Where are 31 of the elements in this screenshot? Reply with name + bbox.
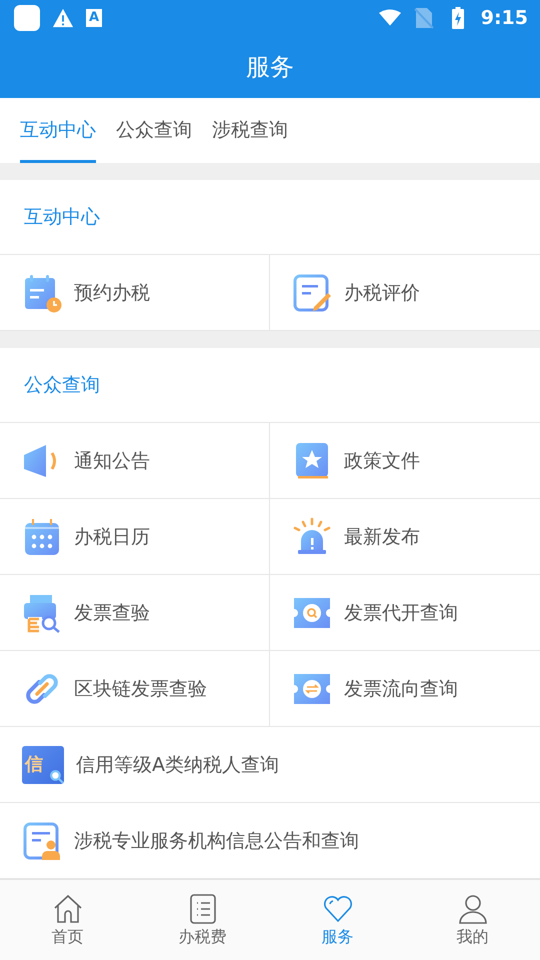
clock: 9:15	[480, 7, 528, 29]
note-pencil-icon	[292, 272, 332, 312]
service-item[interactable]: 信 信用等级A类纳税人查询	[0, 727, 540, 803]
nav-tab[interactable]: 办税费	[135, 880, 270, 960]
home-icon	[52, 892, 84, 924]
document-person-icon	[22, 820, 62, 860]
service-item[interactable]: 发票流向查询	[270, 651, 540, 727]
person-icon	[456, 892, 488, 924]
credit-search-icon: 信	[22, 746, 64, 784]
no-sim-icon	[412, 7, 435, 29]
service-item[interactable]: 区块链发票查验	[0, 651, 270, 727]
service-item[interactable]: 通知公告	[0, 423, 270, 499]
service-item[interactable]: 最新发布	[270, 499, 540, 575]
service-item[interactable]: 办税日历	[0, 499, 270, 575]
printer-search-icon	[22, 592, 62, 632]
section-title: 公众查询	[0, 348, 540, 423]
calendar-icon	[22, 516, 62, 556]
service-item[interactable]: 发票代开查询	[270, 575, 540, 651]
alarm-light-icon	[292, 516, 332, 556]
nav-tab[interactable]: 首页	[0, 880, 135, 960]
warning-icon	[52, 7, 74, 29]
tab[interactable]: 公众查询	[116, 98, 192, 163]
nav-tab[interactable]: 我的	[405, 880, 540, 960]
calendar-clock-icon	[22, 272, 62, 312]
service-item[interactable]: 政策文件	[270, 423, 540, 499]
notification-glyph: A	[86, 9, 102, 27]
tab[interactable]: 涉税查询	[212, 98, 288, 163]
app-icon	[14, 5, 40, 31]
section-title: 互动中心	[0, 180, 540, 255]
service-item[interactable]: 发票查验	[0, 575, 270, 651]
screen-title: 服务	[246, 52, 294, 83]
